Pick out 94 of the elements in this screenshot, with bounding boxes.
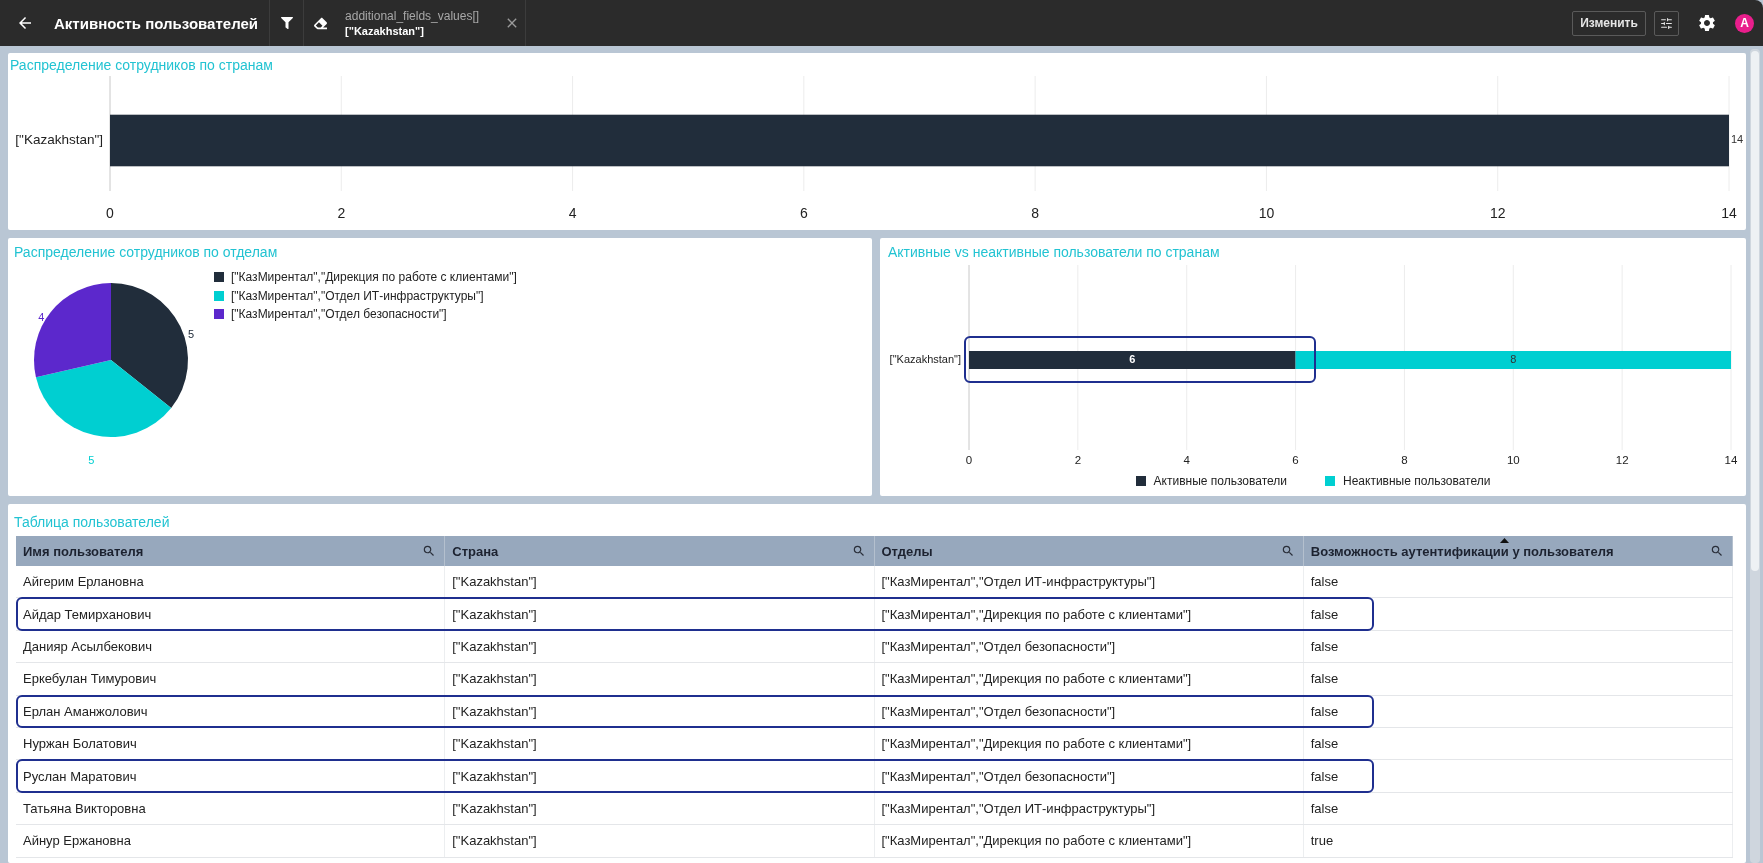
- table-cell: Руслан Маратович: [16, 760, 446, 792]
- axis-tick-label: 4: [1183, 454, 1190, 467]
- data-label: 4: [38, 311, 45, 324]
- table-cell: Нуржан Болатович: [16, 727, 446, 760]
- data-label: 8: [1510, 352, 1517, 365]
- axis-tick-label: 8: [1401, 454, 1408, 467]
- table-cell: ["КазМирентал","Отдел безопасности"]: [874, 695, 1304, 727]
- table-cell: true: [1303, 825, 1733, 857]
- panel-title: Таблица пользователей: [13, 513, 170, 530]
- table-cell: Айдар Темирханович: [16, 598, 446, 630]
- column-header[interactable]: Имя пользователя: [16, 536, 446, 566]
- table-cell: ["Kazakhstan"]: [445, 760, 875, 792]
- table-cell: ["Kazakhstan"]: [445, 630, 875, 663]
- legend-label: ["КазМирентал","Отдел безопасности"]: [231, 307, 447, 322]
- table-cell: ["КазМирентал","Дирекция по работе с клиентами"]: [874, 598, 1304, 630]
- axis-tick-label: 12: [1615, 454, 1629, 467]
- table-cell: ["Kazakhstan"]: [445, 663, 875, 695]
- search-button[interactable]: [422, 544, 437, 558]
- sliders-icon: [1660, 16, 1673, 30]
- axis-tick-label: 10: [1506, 454, 1520, 467]
- table-cell: ["КазМирентал","Отдел безопасности"]: [874, 630, 1304, 663]
- table-cell: ["Kazakhstan"]: [445, 695, 875, 727]
- search-button[interactable]: [1280, 544, 1295, 558]
- table-cell: ["КазМирентал","Отдел безопасности"]: [874, 760, 1304, 792]
- table-cell: Ерлан Аманжолович: [16, 695, 446, 727]
- scrollbar-thumb[interactable]: [1751, 51, 1759, 571]
- axis-tick-label: 0: [106, 204, 114, 221]
- panel-title: Активные vs неактивные пользователи по странам: [887, 243, 1220, 260]
- table-cell: ["КазМирентал","Дирекция по работе с клиентами"]: [874, 825, 1304, 857]
- table-cell: ["Kazakhstan"]: [445, 792, 875, 825]
- table-cell: false: [1303, 566, 1733, 598]
- table-cell: ["Kazakhstan"]: [445, 727, 875, 760]
- column-header[interactable]: Страна: [445, 536, 875, 566]
- avatar[interactable]: A: [1735, 13, 1754, 33]
- legend-label: Активные пользователи: [1153, 474, 1287, 488]
- axis-tick-label: 10: [1258, 204, 1275, 221]
- table-cell: false: [1303, 598, 1733, 630]
- axis-tick-label: 14: [1724, 454, 1738, 467]
- axis-tick-label: 6: [1292, 454, 1299, 467]
- dashboard-title: Активность пользователей: [53, 14, 260, 32]
- table-cell: ["КазМирентал","Дирекция по работе с клиентами"]: [874, 727, 1304, 760]
- table-cell: Еркебулан Тимурович: [16, 663, 446, 695]
- table-cell: Айгерим Ерлановна: [16, 566, 446, 598]
- legend-label: ["КазМирентал","Дирекция по работе с клиентами"]: [231, 270, 517, 285]
- axis-category-label: ["Kazakhstan"]: [15, 132, 103, 148]
- settings-button[interactable]: [1697, 13, 1717, 33]
- axis-tick-label: 8: [1031, 204, 1040, 221]
- edit-button[interactable]: Изменить: [1572, 10, 1646, 36]
- table-cell: Данияр Асылбекович: [16, 630, 446, 663]
- search-icon: [851, 544, 866, 558]
- axis-tick-label: 12: [1489, 204, 1506, 221]
- table-cell: false: [1303, 663, 1733, 695]
- settings-icon: [1697, 13, 1717, 33]
- funnel-icon: [280, 17, 293, 29]
- axis-tick-label: 4: [568, 204, 577, 221]
- search-icon: [422, 544, 437, 558]
- column-header[interactable]: Возможность аутентификации у пользователя: [1303, 536, 1733, 566]
- filter-field-label: additional_fields_values[]: [345, 8, 481, 23]
- table-cell: Татьяна Викторовна: [16, 792, 446, 825]
- data-label: 14: [1731, 133, 1744, 146]
- legend-label: Неактивные пользователи: [1343, 474, 1491, 488]
- search-icon: [1280, 544, 1295, 558]
- table-cell: false: [1303, 792, 1733, 825]
- scrollbar-track[interactable]: [1750, 49, 1760, 863]
- search-button[interactable]: [1710, 544, 1724, 558]
- axis-tick-label: 2: [1074, 454, 1082, 467]
- data-label: 5: [188, 328, 195, 341]
- panel-title: Распределение сотрудников по отделам: [13, 243, 278, 260]
- axis-tick-label: 0: [965, 454, 973, 467]
- axis-tick-label: 6: [799, 204, 808, 221]
- axis-category-label: ["Kazakhstan"]: [889, 352, 961, 365]
- filter-value: ["Kazakhstan"]: [345, 24, 425, 38]
- table-cell: ["КазМирентал","Отдел ИТ-инфраструктуры"]: [874, 792, 1304, 825]
- axis-tick-label: 2: [337, 204, 346, 221]
- table-cell: ["Kazakhstan"]: [445, 825, 875, 857]
- data-label: 5: [88, 453, 95, 466]
- column-header[interactable]: Отделы: [874, 536, 1304, 566]
- search-button[interactable]: [851, 544, 866, 558]
- eraser-icon: [314, 16, 328, 30]
- legend-label: ["КазМирентал","Отдел ИТ-инфраструктуры"]: [231, 288, 484, 303]
- search-icon: [1710, 544, 1724, 558]
- table-cell: false: [1303, 630, 1733, 663]
- table-cell: ["КазМирентал","Дирекция по работе с клиентами"]: [874, 663, 1304, 695]
- table-cell: false: [1303, 760, 1733, 792]
- panel-title: Распределение сотрудников по странам: [9, 56, 273, 73]
- table-cell: ["КазМирентал","Отдел ИТ-инфраструктуры"]: [874, 566, 1304, 598]
- sliders-button[interactable]: [1654, 10, 1679, 36]
- table-cell: Айнур Ержановна: [16, 825, 446, 857]
- table-cell: false: [1303, 727, 1733, 760]
- table-cell: ["Kazakhstan"]: [445, 598, 875, 630]
- data-label: 6: [1129, 352, 1136, 365]
- table-cell: ["Kazakhstan"]: [445, 566, 875, 598]
- axis-tick-label: 14: [1721, 204, 1737, 221]
- table-cell: false: [1303, 695, 1733, 727]
